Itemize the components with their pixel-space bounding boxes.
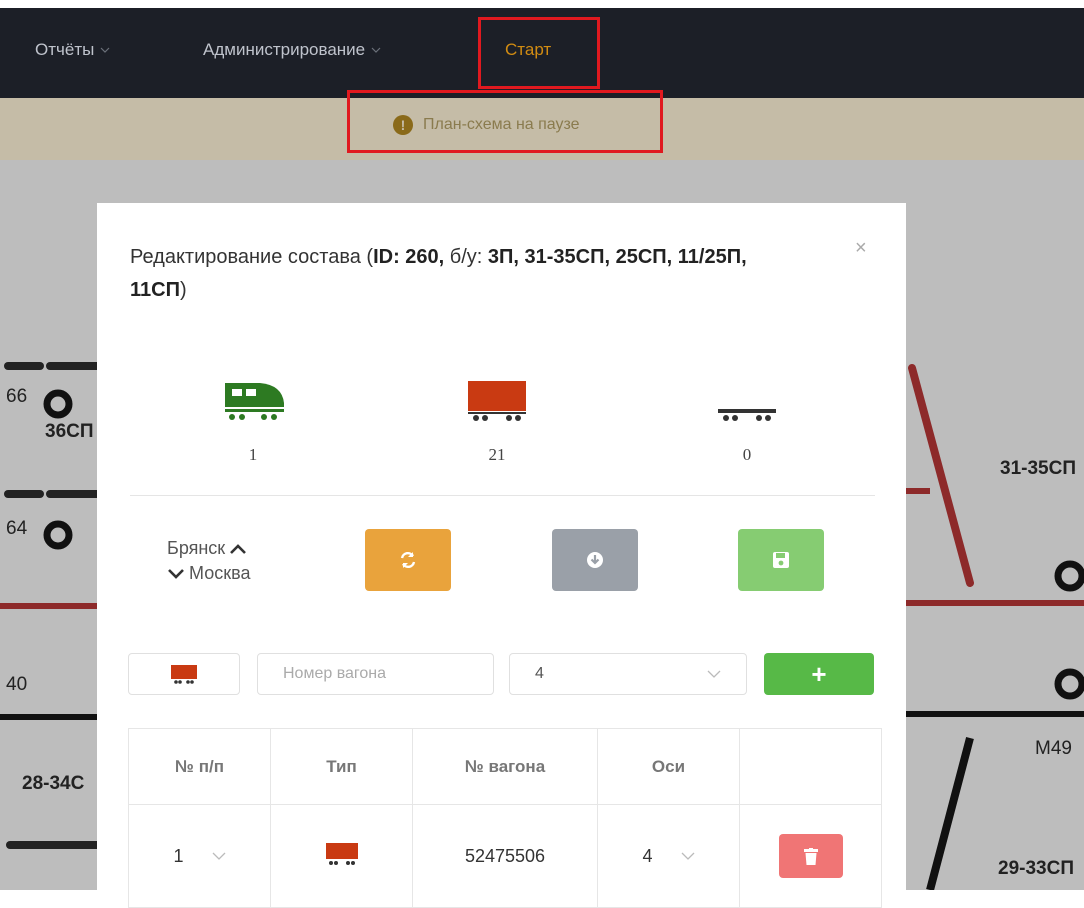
add-wagon-button[interactable]: + bbox=[764, 653, 874, 695]
scheme-label: 40 bbox=[6, 674, 28, 695]
chevron-down-icon bbox=[212, 852, 225, 860]
route-from: Брянск bbox=[167, 536, 250, 561]
locomotive-counter[interactable]: 1 bbox=[193, 375, 313, 464]
scheme-label: 29-33СП bbox=[998, 858, 1074, 879]
platform-wagon-icon bbox=[718, 409, 776, 421]
save-icon bbox=[773, 552, 789, 568]
axles-select[interactable]: 4 bbox=[509, 653, 747, 695]
chevron-down-icon bbox=[168, 568, 184, 579]
wagon-counter[interactable]: 21 bbox=[437, 375, 557, 464]
title-tracks-2: 11СП bbox=[130, 279, 180, 301]
wagons-table: № п/п Тип № вагона Оси 1 52475506 4 bbox=[128, 728, 882, 908]
title-tracks: 3П, 31-35СП, 25СП, 11/25П, bbox=[487, 246, 747, 268]
signal-icon bbox=[43, 389, 73, 419]
save-button[interactable] bbox=[738, 529, 824, 591]
scheme-label: М49 bbox=[1035, 738, 1072, 759]
platform-count: 0 bbox=[742, 445, 752, 464]
nav-administration-label: Администрирование bbox=[203, 40, 366, 59]
title-prefix: Редактирование состава ( bbox=[130, 246, 374, 268]
platform-counter[interactable]: 0 bbox=[687, 375, 807, 464]
nav-reports-label: Отчёты bbox=[35, 40, 95, 59]
row-type-cell[interactable] bbox=[270, 804, 413, 908]
modal-title: Редактирование состава (ID: 260, б/у: 3П… bbox=[130, 241, 880, 307]
nav-reports[interactable]: Отчёты bbox=[35, 40, 110, 60]
wagon-icon bbox=[325, 842, 358, 865]
download-icon bbox=[587, 552, 603, 568]
row-axles: 4 bbox=[642, 845, 653, 866]
col-header-actions bbox=[739, 728, 882, 805]
wagon-icon bbox=[171, 665, 197, 684]
top-white-stripe bbox=[0, 0, 1084, 8]
refresh-icon bbox=[400, 551, 416, 569]
row-axles-select[interactable]: 4 bbox=[642, 846, 694, 867]
scheme-label: 31-35СП bbox=[1000, 458, 1076, 479]
col-header-type: Тип bbox=[270, 728, 413, 805]
pause-highlight-box bbox=[347, 90, 663, 153]
chevron-down-icon bbox=[371, 47, 381, 53]
nav-administration[interactable]: Администрирование bbox=[203, 40, 381, 60]
download-button[interactable] bbox=[552, 529, 638, 591]
axles-value: 4 bbox=[535, 665, 544, 682]
scheme-label: 28-34С bbox=[22, 773, 85, 794]
table-header-row: № п/п Тип № вагона Оси bbox=[128, 728, 882, 805]
row-wagon-number-cell[interactable]: 52475506 bbox=[412, 804, 598, 908]
signal-icon bbox=[43, 520, 73, 550]
row-num: 1 bbox=[173, 845, 184, 866]
close-icon[interactable]: × bbox=[855, 237, 867, 260]
row-axles-cell[interactable]: 4 bbox=[597, 804, 740, 908]
chevron-down-icon bbox=[707, 670, 721, 678]
row-wagon-number: 52475506 bbox=[464, 845, 546, 866]
route-to: Москва bbox=[167, 561, 250, 586]
edit-train-modal: Редактирование состава (ID: 260, б/у: 3П… bbox=[97, 203, 906, 908]
row-num-cell[interactable]: 1 bbox=[128, 804, 271, 908]
track-segment-occupied bbox=[908, 364, 974, 587]
scheme-label: 36СП bbox=[45, 421, 94, 442]
chevron-down-icon bbox=[100, 47, 110, 53]
col-header-axles: Оси bbox=[597, 728, 740, 805]
row-num-select[interactable]: 1 bbox=[173, 846, 225, 867]
delete-row-button[interactable] bbox=[778, 834, 843, 878]
wagon-number-input[interactable]: Номер вагона bbox=[257, 653, 494, 695]
title-bu: б/у: bbox=[444, 246, 488, 268]
signal-icon bbox=[1054, 668, 1084, 700]
track-segment bbox=[926, 736, 974, 890]
table-row: 1 52475506 4 bbox=[128, 804, 882, 908]
route-from-label: Брянск bbox=[167, 538, 226, 558]
route-to-label: Москва bbox=[189, 563, 251, 583]
divider bbox=[130, 495, 875, 496]
scheme-label: 66 bbox=[6, 386, 28, 407]
wagon-icon bbox=[468, 381, 526, 421]
wagon-type-select[interactable] bbox=[128, 653, 240, 695]
col-header-num: № п/п bbox=[128, 728, 271, 805]
start-highlight-box bbox=[478, 17, 600, 89]
row-actions-cell bbox=[739, 804, 882, 908]
col-header-wagon-number: № вагона bbox=[412, 728, 598, 805]
chevron-up-icon bbox=[230, 543, 247, 554]
signal-icon bbox=[1054, 560, 1084, 592]
locomotive-count: 1 bbox=[248, 445, 258, 464]
route-direction[interactable]: Брянск Москва bbox=[167, 536, 250, 586]
wagon-count: 21 bbox=[488, 445, 506, 464]
chevron-down-icon bbox=[681, 852, 694, 860]
title-id: ID: 260, bbox=[373, 246, 445, 268]
wagon-number-placeholder: Номер вагона bbox=[283, 665, 387, 682]
refresh-button[interactable] bbox=[365, 529, 451, 591]
title-suffix: ) bbox=[179, 279, 187, 301]
locomotive-icon bbox=[225, 383, 284, 420]
scheme-label: 64 bbox=[6, 518, 28, 539]
trash-icon bbox=[803, 847, 818, 865]
